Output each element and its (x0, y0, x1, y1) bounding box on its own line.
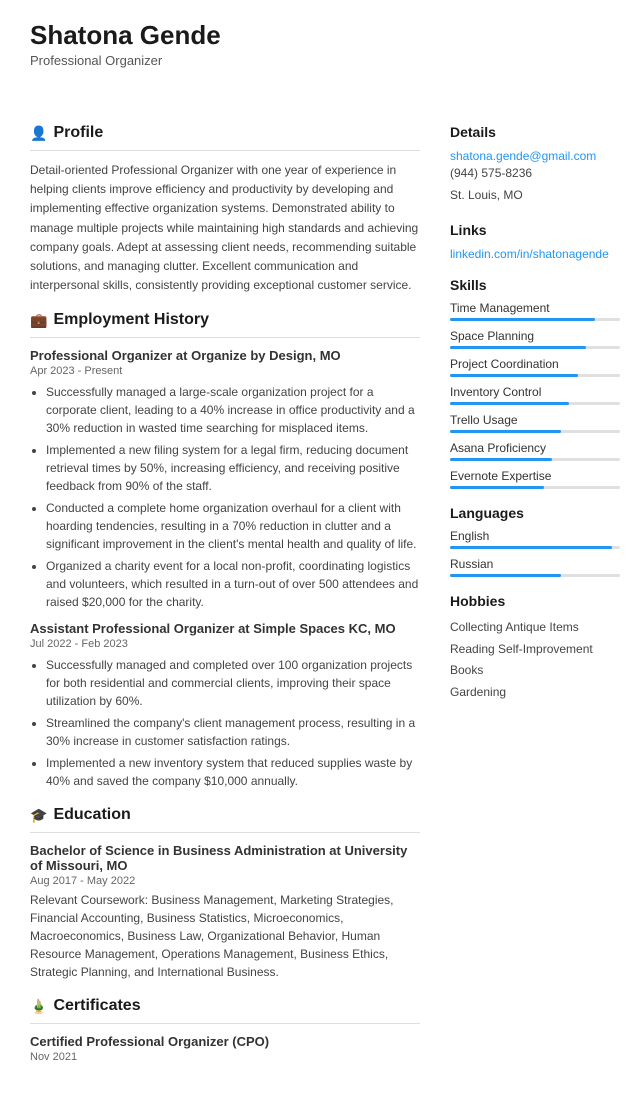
certificates-section-title: 🎍 Certificates (30, 997, 420, 1015)
certificates-icon: 🎍 (30, 998, 47, 1015)
hobby-item-1: Collecting Antique Items (450, 617, 620, 639)
job-bullet: Conducted a complete home organization o… (46, 499, 420, 553)
employment-icon: 💼 (30, 312, 47, 329)
job-dates-2: Jul 2022 - Feb 2023 (30, 638, 420, 650)
candidate-name: Shatona Gende (30, 20, 610, 51)
job-bullet: Implemented a new filing system for a le… (46, 441, 420, 495)
skill-name: Project Coordination (450, 357, 620, 371)
skill-bar-bg (450, 546, 620, 549)
links-section-title: Links (450, 222, 620, 238)
job-title-1: Professional Organizer at Organize by De… (30, 348, 420, 363)
skill-bar-fill (450, 486, 544, 489)
email-link[interactable]: shatona.gende@gmail.com (450, 149, 596, 163)
skill-bar-fill (450, 402, 569, 405)
details-section-title: Details (450, 124, 620, 140)
skill-bar-bg (450, 318, 620, 321)
skill-bar-bg (450, 486, 620, 489)
skill-name: Space Planning (450, 329, 620, 343)
lang-name: Russian (450, 557, 620, 571)
skill-item-project-coordination: Project Coordination (450, 357, 620, 377)
education-divider (30, 832, 420, 833)
job-bullet: Streamlined the company's client managem… (46, 714, 420, 750)
skill-bar-fill (450, 546, 612, 549)
job-dates-1: Apr 2023 - Present (30, 365, 420, 377)
skill-bar-fill (450, 574, 561, 577)
employment-divider (30, 337, 420, 338)
education-icon: 🎓 (30, 807, 47, 824)
skill-name: Trello Usage (450, 413, 620, 427)
skill-name: Inventory Control (450, 385, 620, 399)
phone-text: (944) 575-8236 (450, 163, 620, 185)
hobby-item-2: Reading Self-Improvement Books (450, 639, 620, 682)
resume-header: Shatona Gende Professional Organizer (0, 0, 640, 78)
skill-bar-fill (450, 346, 586, 349)
hobbies-section-title: Hobbies (450, 593, 620, 609)
job-bullet: Successfully managed a large-scale organ… (46, 383, 420, 437)
skill-bar-fill (450, 430, 561, 433)
candidate-title: Professional Organizer (30, 53, 610, 68)
skill-name: Asana Proficiency (450, 441, 620, 455)
edu-dates-1: Aug 2017 - May 2022 (30, 875, 420, 887)
linkedin-link[interactable]: linkedin.com/in/shatonagende (450, 247, 609, 261)
lang-item-english: English (450, 529, 620, 549)
left-column: 👤 Profile Detail-oriented Professional O… (0, 108, 440, 1063)
lang-name: English (450, 529, 620, 543)
skill-name: Evernote Expertise (450, 469, 620, 483)
skill-bar-fill (450, 458, 552, 461)
skills-section-title: Skills (450, 277, 620, 293)
skill-bar-fill (450, 374, 578, 377)
job-bullets-1: Successfully managed a large-scale organ… (30, 383, 420, 611)
skill-name: Time Management (450, 301, 620, 315)
profile-section-title: 👤 Profile (30, 124, 420, 142)
cert-dates-1: Nov 2021 (30, 1051, 420, 1063)
job-title-2: Assistant Professional Organizer at Simp… (30, 621, 420, 636)
hobby-item-3: Gardening (450, 682, 620, 704)
skill-bar-bg (450, 346, 620, 349)
profile-icon: 👤 (30, 125, 47, 142)
skill-bar-fill (450, 318, 595, 321)
skill-bar-bg (450, 574, 620, 577)
employment-section-title: 💼 Employment History (30, 311, 420, 329)
profile-text: Detail-oriented Professional Organizer w… (30, 161, 420, 295)
job-bullet: Successfully managed and completed over … (46, 656, 420, 710)
skill-item-space-planning: Space Planning (450, 329, 620, 349)
skill-bar-bg (450, 430, 620, 433)
skill-bar-bg (450, 458, 620, 461)
skill-item-evernote-expertise: Evernote Expertise (450, 469, 620, 489)
job-bullet: Implemented a new inventory system that … (46, 754, 420, 790)
resume-body: 👤 Profile Detail-oriented Professional O… (0, 78, 640, 1093)
cert-title-1: Certified Professional Organizer (CPO) (30, 1034, 420, 1049)
job-bullets-2: Successfully managed and completed over … (30, 656, 420, 790)
edu-degree-1: Bachelor of Science in Business Administ… (30, 843, 420, 873)
education-section-title: 🎓 Education (30, 806, 420, 824)
lang-item-russian: Russian (450, 557, 620, 577)
profile-divider (30, 150, 420, 151)
skill-bar-bg (450, 374, 620, 377)
skill-item-time-management: Time Management (450, 301, 620, 321)
skill-item-inventory-control: Inventory Control (450, 385, 620, 405)
skill-item-trello-usage: Trello Usage (450, 413, 620, 433)
skill-bar-bg (450, 402, 620, 405)
certificates-divider (30, 1023, 420, 1024)
languages-section-title: Languages (450, 505, 620, 521)
skill-item-asana-proficiency: Asana Proficiency (450, 441, 620, 461)
job-bullet: Organized a charity event for a local no… (46, 557, 420, 611)
location-text: St. Louis, MO (450, 185, 620, 207)
right-column: Details shatona.gende@gmail.com (944) 57… (440, 108, 640, 1063)
